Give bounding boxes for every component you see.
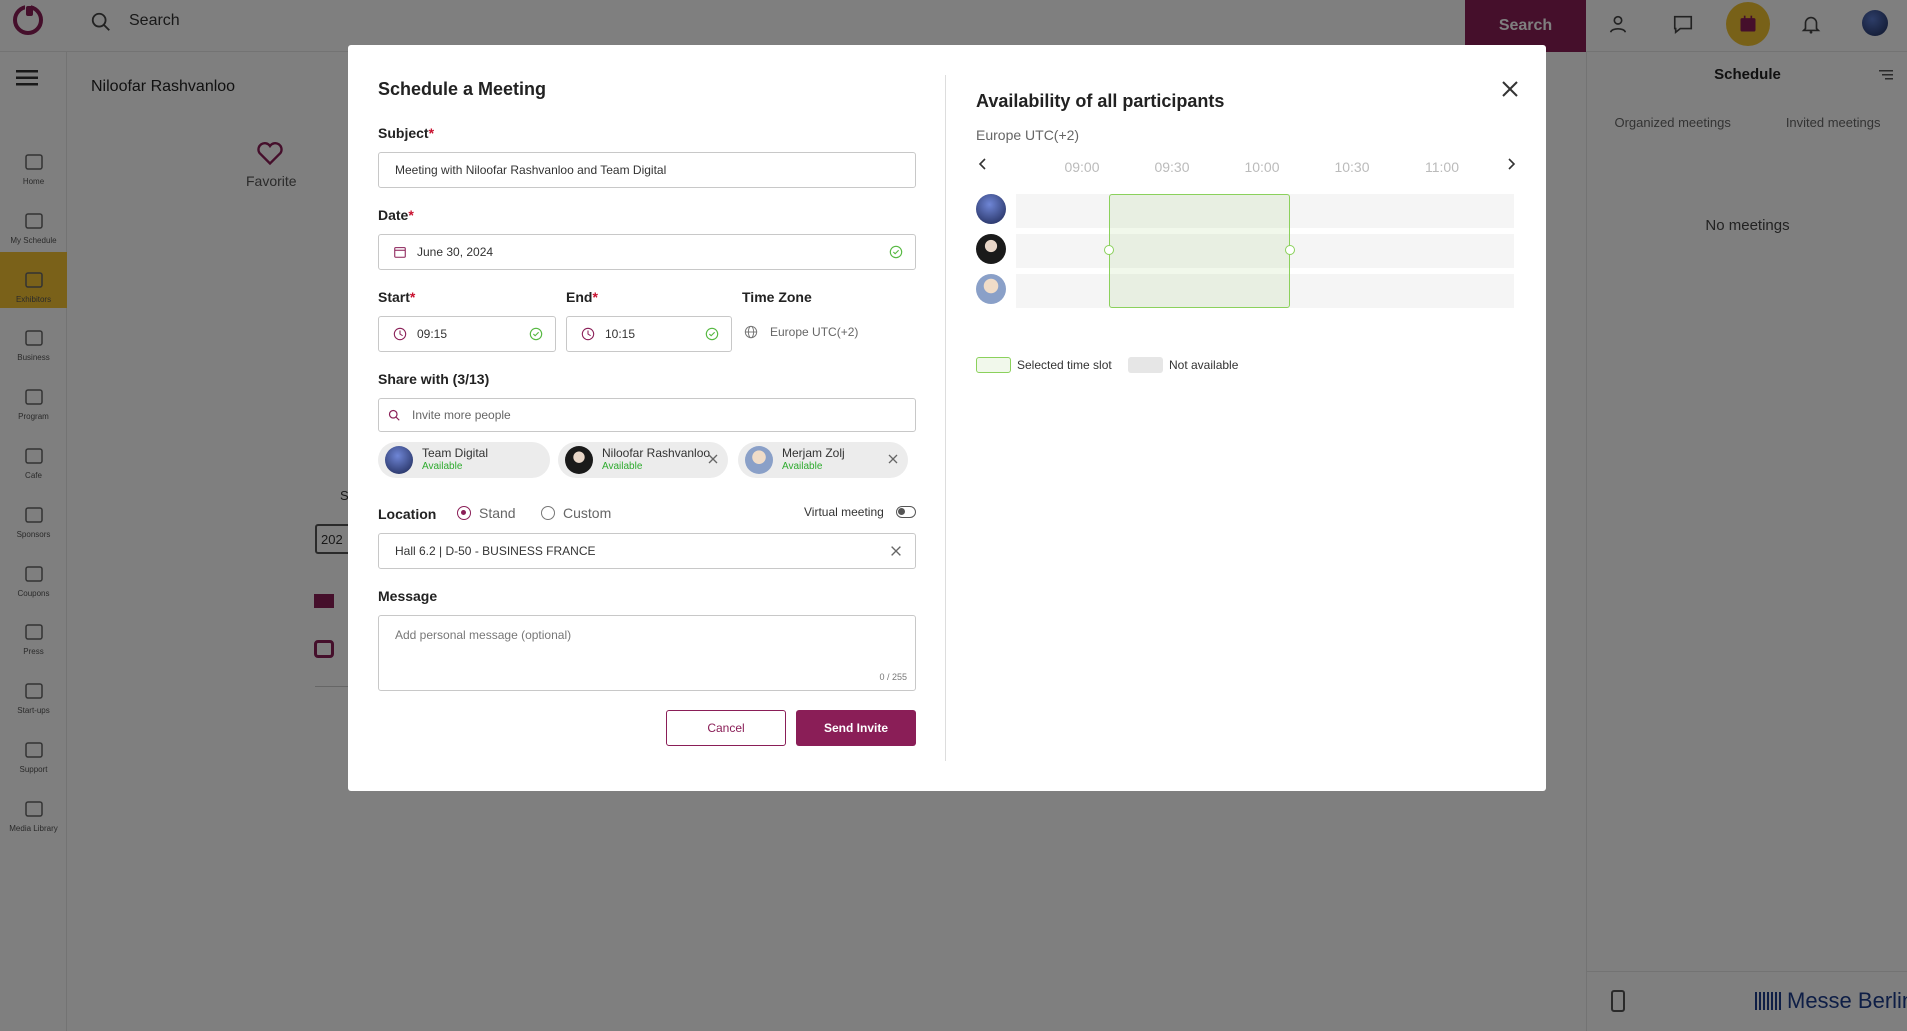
legend-unavailable: Not available bbox=[1128, 357, 1238, 373]
message-label: Message bbox=[378, 588, 438, 604]
message-counter: 0 / 255 bbox=[879, 672, 907, 682]
location-custom-label: Custom bbox=[563, 505, 612, 521]
participant-chip: Team Digital Available bbox=[378, 442, 550, 478]
participant-name: Team Digital bbox=[422, 446, 489, 460]
availability-title: Availability of all participants bbox=[976, 91, 1225, 111]
legend-selected: Selected time slot bbox=[976, 357, 1112, 373]
avatar bbox=[976, 274, 1006, 304]
location-custom-radio[interactable]: Custom bbox=[541, 505, 611, 521]
location-label: Location bbox=[378, 506, 437, 522]
location-input[interactable]: Hall 6.2 | D-50 - BUSINESS FRANCE bbox=[378, 533, 916, 569]
participant-chip: Merjam Zolj Available bbox=[738, 442, 908, 478]
message-textarea[interactable]: Add personal message (optional) 0 / 255 bbox=[378, 615, 916, 691]
avatar bbox=[976, 234, 1006, 264]
location-stand-label: Stand bbox=[479, 505, 516, 521]
share-label: Share with (3/13) bbox=[378, 371, 490, 387]
time-label: 10:30 bbox=[1334, 159, 1370, 175]
remove-participant-icon[interactable] bbox=[708, 454, 718, 464]
time-label: 09:00 bbox=[1064, 159, 1100, 175]
chevron-left-icon[interactable] bbox=[978, 157, 988, 171]
schedule-meeting-modal: Schedule a Meeting Subject* Meeting with… bbox=[348, 45, 1546, 791]
time-label: 09:30 bbox=[1154, 159, 1190, 175]
modal-divider bbox=[945, 75, 946, 761]
avatar bbox=[976, 194, 1006, 224]
participant-status: Available bbox=[422, 461, 463, 472]
participant-status: Available bbox=[602, 461, 643, 472]
calendar-icon bbox=[394, 247, 406, 258]
message-placeholder: Add personal message (optional) bbox=[395, 628, 572, 642]
globe-icon bbox=[744, 325, 758, 339]
close-icon[interactable] bbox=[1498, 77, 1522, 101]
clock-icon bbox=[581, 327, 595, 341]
check-circle-icon bbox=[529, 327, 543, 341]
chevron-right-icon[interactable] bbox=[1506, 157, 1516, 171]
start-label: Start* bbox=[378, 289, 416, 305]
slot-end-handle[interactable] bbox=[1285, 245, 1295, 255]
search-icon bbox=[388, 409, 400, 421]
radio-unselected-icon bbox=[541, 506, 555, 520]
location-stand-radio[interactable]: Stand bbox=[457, 505, 516, 521]
selected-time-slot[interactable] bbox=[1104, 194, 1295, 308]
start-time-picker[interactable]: 09:15 bbox=[378, 316, 556, 352]
end-time-value: 10:15 bbox=[605, 327, 636, 341]
time-label: 10:00 bbox=[1244, 159, 1280, 175]
subject-label: Subject* bbox=[378, 125, 435, 141]
start-time-value: 09:15 bbox=[417, 327, 448, 341]
legend-swatch bbox=[976, 357, 1011, 373]
avatar bbox=[385, 446, 413, 474]
participant-chip: Niloofar Rashvanloo Available bbox=[558, 442, 728, 478]
time-label: 11:00 bbox=[1425, 159, 1459, 175]
avatar bbox=[565, 446, 593, 474]
end-time-picker[interactable]: 10:15 bbox=[566, 316, 732, 352]
cancel-button[interactable]: Cancel bbox=[666, 710, 786, 746]
date-label: Date* bbox=[378, 207, 414, 223]
subject-input[interactable]: Meeting with Niloofar Rashvanloo and Tea… bbox=[378, 152, 916, 188]
date-value: June 30, 2024 bbox=[417, 245, 494, 259]
legend-swatch bbox=[1128, 357, 1163, 373]
timezone-label: Time Zone bbox=[742, 289, 812, 305]
check-circle-icon bbox=[889, 245, 903, 259]
availability-timezone: Europe UTC(+2) bbox=[976, 127, 1080, 143]
subject-value: Meeting with Niloofar Rashvanloo and Tea… bbox=[395, 163, 667, 177]
timezone-display: Europe UTC(+2) bbox=[744, 325, 858, 339]
remove-participant-icon[interactable] bbox=[888, 454, 898, 464]
virtual-meeting-label: Virtual meeting bbox=[804, 505, 884, 519]
participant-name: Merjam Zolj bbox=[782, 446, 845, 460]
invite-placeholder: Invite more people bbox=[412, 408, 511, 422]
participant-status: Available bbox=[782, 461, 823, 472]
clock-icon bbox=[393, 327, 407, 341]
virtual-meeting-toggle[interactable] bbox=[896, 506, 916, 518]
clear-icon[interactable] bbox=[889, 544, 903, 558]
avatar bbox=[745, 446, 773, 474]
participant-name: Niloofar Rashvanloo bbox=[602, 446, 711, 460]
send-invite-button[interactable]: Send Invite bbox=[796, 710, 916, 746]
timezone-value: Europe UTC(+2) bbox=[770, 325, 859, 339]
invite-people-input[interactable]: Invite more people bbox=[378, 398, 916, 432]
check-circle-icon bbox=[705, 327, 719, 341]
radio-selected-icon bbox=[457, 506, 471, 520]
slot-start-handle[interactable] bbox=[1104, 245, 1114, 255]
location-value: Hall 6.2 | D-50 - BUSINESS FRANCE bbox=[395, 544, 596, 558]
end-label: End* bbox=[566, 289, 598, 305]
date-picker[interactable]: June 30, 2024 bbox=[378, 234, 916, 270]
modal-title: Schedule a Meeting bbox=[378, 79, 547, 99]
